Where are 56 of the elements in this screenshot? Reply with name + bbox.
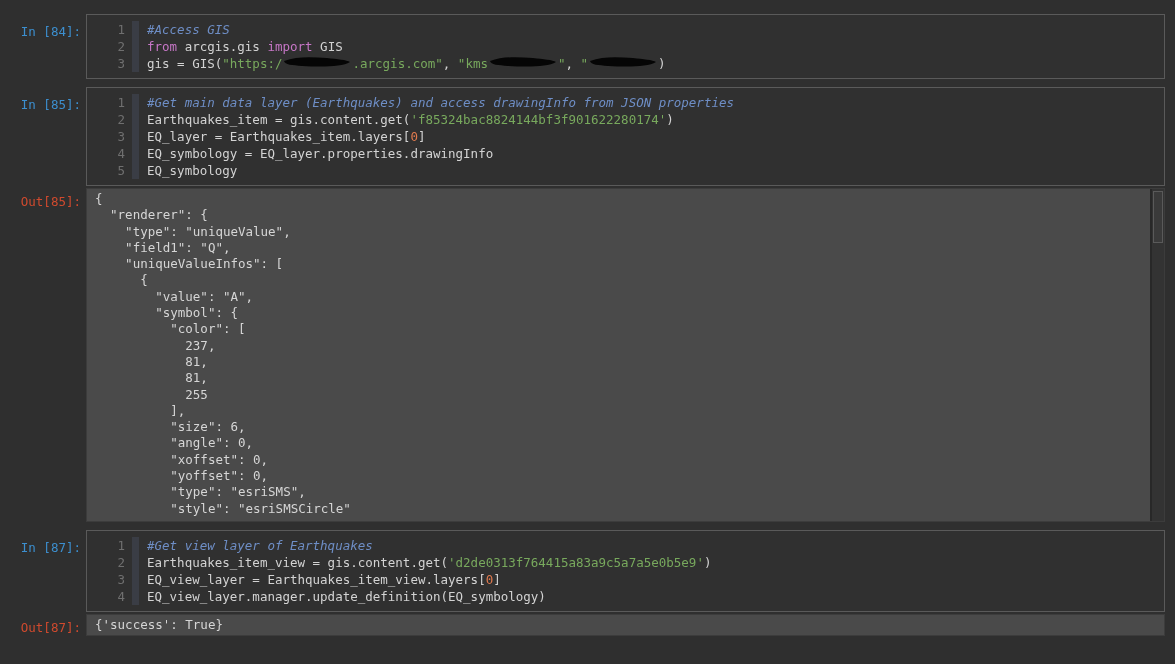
line-number: 1 bbox=[117, 94, 125, 111]
code-cell[interactable] bbox=[86, 530, 1165, 612]
output-line: { bbox=[139, 272, 149, 289]
code-line: #Access GIS bbox=[147, 21, 231, 38]
output-prompt: Out[85]: bbox=[19, 193, 82, 210]
output-line: "uniqueValueInfos": [ bbox=[124, 256, 285, 273]
line-number: 3 bbox=[117, 128, 125, 145]
output-line: 255 bbox=[184, 386, 209, 403]
code-line: EQ_layer = Earthquakes_item.layers[0] bbox=[147, 128, 427, 145]
output-line: "color": [ bbox=[169, 321, 247, 338]
output-line: "xoffset": 0, bbox=[169, 451, 270, 469]
output-line: "renderer": { bbox=[109, 207, 209, 224]
output-line: "size": 6, bbox=[169, 419, 247, 436]
output-line: "type": "esriSMS", bbox=[169, 484, 307, 501]
output-line: 237, bbox=[184, 337, 217, 354]
output-line: "field1": "Q", bbox=[124, 239, 232, 257]
scrollbar[interactable] bbox=[1150, 189, 1164, 521]
code-cell[interactable]: 1 2 3 #Access GIS from arcgis.gis import GIS gis = GIS("https:/ .arcgis.com", "kms ", " ) bbox=[86, 14, 1165, 79]
line-number: 2 bbox=[117, 554, 125, 571]
code-line: #Get main data layer (Earthquakes) and access drawingInfo from JSON properties bbox=[147, 94, 734, 111]
code-line: EQ_symbology = EQ_layer.properties.drawingInfo bbox=[147, 145, 495, 162]
line-number: 4 bbox=[117, 588, 125, 605]
line-number: 3 bbox=[117, 571, 125, 588]
line-number: 5 bbox=[117, 162, 125, 179]
line-number: 2 bbox=[117, 38, 125, 55]
code-line: EQ_symbology bbox=[147, 162, 239, 179]
code-line: gis = GIS("https:/ .arcgis.com", "kms ", " ) bbox=[147, 55, 666, 72]
output-line: "style": "esriSMSCircle" bbox=[169, 500, 352, 517]
line-number: 1 bbox=[117, 21, 125, 38]
line-number: 1 bbox=[117, 537, 125, 554]
output-line: ], bbox=[169, 402, 187, 420]
line-number: 4 bbox=[117, 145, 125, 162]
code-line: #Get view layer of Earthquakes bbox=[147, 537, 374, 554]
code-line: EQ_view_layer = Earthquakes_item_view.layers[0] bbox=[147, 571, 502, 588]
output-line: "type": "uniqueValue", bbox=[124, 223, 292, 240]
input-prompt: In [85]: bbox=[19, 96, 82, 113]
scrollbar-thumb[interactable] bbox=[1153, 191, 1163, 243]
code-line: Earthquakes_item_view = gis.content.get('d2de0313f764415a83a9c5a7a5e0b5e9') bbox=[147, 554, 712, 571]
line-number: 3 bbox=[117, 55, 125, 72]
output-line: {'success': True} bbox=[95, 617, 224, 634]
output-line: 81, bbox=[184, 370, 209, 387]
code-line: from arcgis.gis import GIS bbox=[147, 38, 344, 55]
code-line: EQ_view_layer.manager.update_definition(EQ_symbology) bbox=[147, 588, 547, 605]
code-cell[interactable] bbox=[86, 87, 1165, 186]
output-line: "value": "A", bbox=[154, 288, 255, 306]
output-line: "angle": 0, bbox=[169, 435, 255, 452]
redaction-scribble bbox=[487, 55, 558, 69]
line-number: 2 bbox=[117, 111, 125, 128]
output-line: { bbox=[95, 191, 104, 208]
code-line: Earthquakes_item = gis.content.get('f85324bac8824144bf3f901622280174') bbox=[147, 111, 675, 128]
input-prompt: In [84]: bbox=[19, 23, 82, 40]
output-prompt: Out[87]: bbox=[19, 619, 82, 636]
input-prompt: In [87]: bbox=[19, 539, 82, 556]
output-line: 81, bbox=[184, 353, 209, 371]
output-line: "symbol": { bbox=[154, 305, 239, 322]
output-line: "yoffset": 0, bbox=[169, 468, 270, 485]
